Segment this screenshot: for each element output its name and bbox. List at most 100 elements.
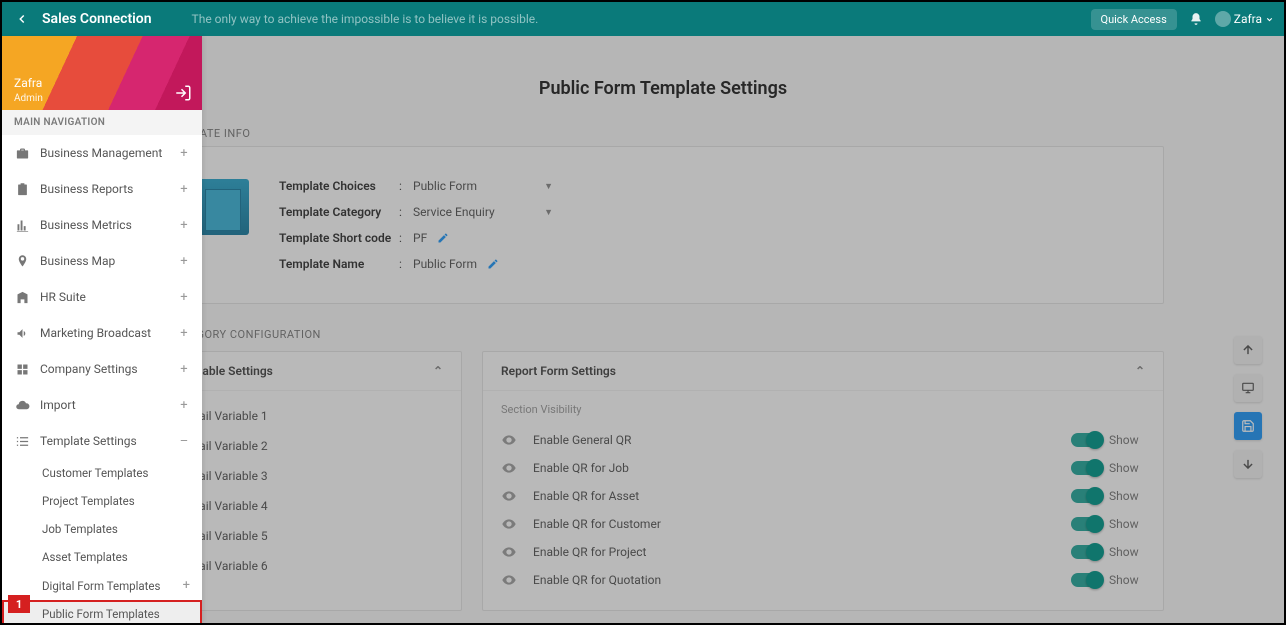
monitor-icon (1241, 381, 1255, 395)
variable-row[interactable]: Detail Variable 4 (181, 491, 443, 521)
config-columns: Variable Settings ⌃ Detail Variable 1 De… (162, 351, 1164, 611)
collapse-icon: – (178, 434, 190, 449)
template-choices-select[interactable]: Public Form ▼ (413, 179, 553, 193)
sub-project-templates[interactable]: Project Templates (2, 487, 202, 515)
nav-hr-suite[interactable]: HR Suite + (2, 279, 202, 315)
save-button[interactable] (1234, 412, 1262, 440)
sidebar-close-button[interactable] (174, 84, 192, 102)
sub-job-templates[interactable]: Job Templates (2, 515, 202, 543)
grid-icon (14, 361, 30, 377)
eye-icon (501, 488, 521, 504)
variable-row[interactable]: Detail Variable 5 (181, 521, 443, 551)
caret-down-icon: ▼ (544, 181, 553, 192)
toggle-state-label: Show (1109, 489, 1145, 503)
expand-icon: + (183, 578, 190, 593)
nav-business-metrics[interactable]: Business Metrics + (2, 207, 202, 243)
variable-row[interactable]: Detail Variable 3 (181, 461, 443, 491)
nav-company-settings[interactable]: Company Settings + (2, 351, 202, 387)
expand-icon: + (178, 218, 190, 233)
eye-icon (501, 460, 521, 476)
expand-icon: + (178, 182, 190, 197)
category-config-label: CATEGORY CONFIGURATION (168, 328, 1164, 341)
pencil-icon (437, 232, 449, 244)
sidebar-user-name: Zafra (14, 76, 42, 90)
building-icon (14, 289, 30, 305)
template-shortcode-label: Template Short code (279, 231, 399, 245)
expand-icon: + (178, 398, 190, 413)
sub-digital-form-templates[interactable]: Digital Form Templates+ (2, 571, 202, 600)
preview-button[interactable] (1234, 374, 1262, 402)
variable-settings-card: Variable Settings ⌃ Detail Variable 1 De… (162, 351, 462, 611)
notifications-button[interactable] (1189, 12, 1203, 26)
nav-business-reports[interactable]: Business Reports + (2, 171, 202, 207)
nav-marketing-broadcast[interactable]: Marketing Broadcast + (2, 315, 202, 351)
qr-label: Enable QR for Quotation (533, 573, 1071, 587)
caret-down-icon: ▼ (544, 207, 553, 218)
map-pin-icon (14, 253, 30, 269)
toggle-state-label: Show (1109, 433, 1145, 447)
qr-label: Enable QR for Job (533, 461, 1071, 475)
nav-template-settings[interactable]: Template Settings – (2, 423, 202, 459)
arrow-down-icon (1241, 457, 1255, 471)
edit-shortcode-button[interactable] (437, 232, 449, 244)
quick-access-button[interactable]: Quick Access (1091, 9, 1177, 30)
toggle-switch[interactable] (1071, 433, 1101, 447)
expand-icon: + (178, 362, 190, 377)
nav-business-management[interactable]: Business Management + (2, 135, 202, 171)
qr-label: Enable QR for Asset (533, 489, 1071, 503)
template-info-panel: Template Choices : Public Form ▼ Templat… (162, 146, 1164, 304)
qr-label: Enable QR for Project (533, 545, 1071, 559)
template-category-row: Template Category : Service Enquiry ▼ (279, 199, 1133, 225)
qr-toggle-row: Enable QR for Asset Show (501, 482, 1145, 510)
page-title: Public Form Template Settings (162, 56, 1164, 127)
toggle-switch[interactable] (1071, 573, 1101, 587)
arrow-up-icon (1241, 343, 1255, 357)
qr-toggle-row: Enable General QR Show (501, 426, 1145, 454)
brand-title: Sales Connection (42, 11, 152, 27)
section-visibility-label: Section Visibility (501, 401, 1145, 426)
user-menu[interactable]: Zafra (1215, 11, 1274, 27)
variable-settings-header[interactable]: Variable Settings ⌃ (163, 352, 461, 391)
qr-toggle-row: Enable QR for Job Show (501, 454, 1145, 482)
variable-row[interactable]: Detail Variable 2 (181, 431, 443, 461)
chevron-down-icon (1265, 15, 1274, 24)
sub-asset-templates[interactable]: Asset Templates (2, 543, 202, 571)
tagline-text: The only way to achieve the impossible i… (192, 12, 1091, 26)
nav-business-map[interactable]: Business Map + (2, 243, 202, 279)
eye-icon (501, 544, 521, 560)
expand-icon: + (178, 326, 190, 341)
sub-public-form-templates[interactable]: Public Form Templates (2, 600, 202, 623)
template-choices-label: Template Choices (279, 179, 399, 193)
edit-name-button[interactable] (487, 258, 499, 270)
bar-chart-icon (14, 217, 30, 233)
qr-toggle-row: Enable QR for Quotation Show (501, 566, 1145, 594)
report-settings-body: Section Visibility Enable General QR Sho… (483, 391, 1163, 610)
chevron-up-icon: ⌃ (1135, 364, 1145, 378)
scroll-up-button[interactable] (1234, 336, 1262, 364)
toggle-switch[interactable] (1071, 545, 1101, 559)
toggle-state-label: Show (1109, 517, 1145, 531)
step-badge: 1 (8, 595, 30, 613)
pencil-icon (487, 258, 499, 270)
toggle-state-label: Show (1109, 461, 1145, 475)
qr-label: Enable QR for Customer (533, 517, 1071, 531)
sidebar-section-label: MAIN NAVIGATION (2, 110, 202, 135)
toggle-switch[interactable] (1071, 517, 1101, 531)
nav-import[interactable]: Import + (2, 387, 202, 423)
qr-toggle-row: Enable QR for Customer Show (501, 510, 1145, 538)
variable-row[interactable]: Detail Variable 1 (181, 401, 443, 431)
report-settings-header[interactable]: Report Form Settings ⌃ (483, 352, 1163, 391)
template-category-select[interactable]: Service Enquiry ▼ (413, 205, 553, 219)
template-shortcode-row: Template Short code : PF (279, 225, 1133, 251)
toggle-switch[interactable] (1071, 489, 1101, 503)
toggle-switch[interactable] (1071, 461, 1101, 475)
variable-settings-body: Detail Variable 1 Detail Variable 2 Deta… (163, 391, 461, 597)
template-choices-row: Template Choices : Public Form ▼ (279, 173, 1133, 199)
sub-customer-templates[interactable]: Customer Templates (2, 459, 202, 487)
scroll-down-button[interactable] (1234, 450, 1262, 478)
expand-icon: + (178, 254, 190, 269)
avatar-icon (1215, 11, 1231, 27)
topbar: Sales Connection The only way to achieve… (2, 2, 1284, 36)
variable-row[interactable]: Detail Variable 6 (181, 551, 443, 581)
back-button[interactable] (12, 9, 32, 29)
